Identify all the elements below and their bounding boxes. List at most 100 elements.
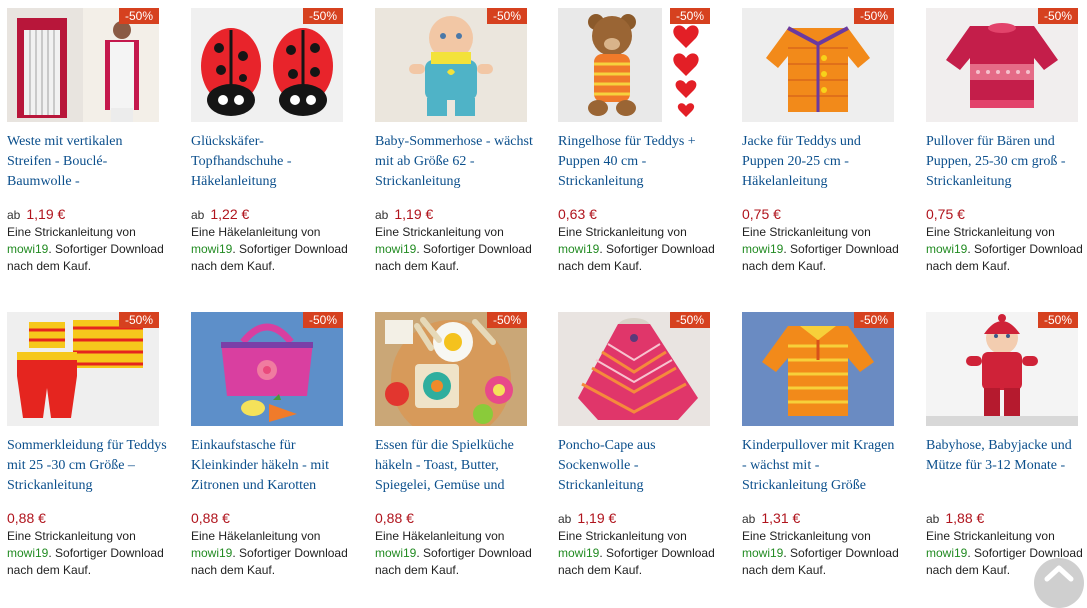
product-image-link[interactable]: -50% (191, 312, 343, 426)
teddy-image (558, 8, 710, 122)
discount-badge: -50% (302, 8, 343, 24)
product-image-link[interactable]: -50% (7, 312, 159, 426)
description-text: Eine Strickanleitung von (742, 529, 871, 543)
price: 1,19 € (394, 206, 434, 222)
product-title-link[interactable]: Pullover für Bären und Puppen, 25-30 cm … (926, 132, 1086, 192)
product-image-link[interactable]: -50% (558, 312, 710, 426)
discount-badge: -50% (853, 312, 894, 328)
price: 0,88 € (7, 510, 46, 526)
product-title-link[interactable]: Einkaufstasche für Kleinkinder häkeln - … (191, 436, 351, 496)
discount-badge: -50% (669, 312, 710, 328)
product-image-link[interactable]: -50% (7, 8, 159, 122)
price-line: ab 1,88 € (926, 509, 984, 528)
product-title-link[interactable]: Ringelhose für Teddys + Puppen 40 cm - S… (558, 132, 718, 192)
product-image-link[interactable]: -50% (558, 8, 710, 122)
price-line: 0,88 € (375, 509, 414, 528)
seller-link[interactable]: mowi19 (742, 546, 783, 560)
discount-badge: -50% (302, 312, 343, 328)
price-line: ab 1,19 € (375, 205, 433, 224)
chevron-up-icon (1044, 565, 1074, 582)
product-title-link[interactable]: Baby-Sommerhose - wächst mit ab Größe 62… (375, 132, 535, 192)
play-food-image (375, 312, 527, 426)
product-image-link[interactable]: -50% (742, 8, 894, 122)
product-description: Eine Strickanleitung von mowi19. Soforti… (558, 224, 718, 275)
price: 1,19 € (26, 206, 66, 222)
seller-link[interactable]: mowi19 (7, 242, 48, 256)
summer-clothes-image (7, 312, 159, 426)
baby-doll-image (375, 8, 527, 122)
price-prefix: ab (926, 512, 940, 526)
price-line: ab 1,22 € (191, 205, 249, 224)
product-image-link[interactable]: -50% (742, 312, 894, 426)
price: 1,22 € (210, 206, 250, 222)
poncho-image (558, 312, 710, 426)
price: 1,19 € (577, 510, 617, 526)
seller-link[interactable]: mowi19 (375, 546, 416, 560)
product-title-link[interactable]: Essen für die Spielküche häkeln - Toast,… (375, 436, 535, 496)
price-line: 0,75 € (742, 205, 781, 224)
seller-link[interactable]: mowi19 (191, 242, 232, 256)
product-title-link[interactable]: Kinderpullover mit Kragen - wächst mit -… (742, 436, 902, 496)
product-description: Eine Häkelanleitung von mowi19. Sofortig… (191, 528, 351, 579)
seller-link[interactable]: mowi19 (375, 242, 416, 256)
product-description: Eine Strickanleitung von mowi19. Soforti… (7, 528, 167, 579)
price: 1,88 € (945, 510, 985, 526)
kids-sweater-image (742, 312, 894, 426)
product-image-link[interactable]: -50% (375, 312, 527, 426)
description-text: Eine Häkelanleitung von (375, 529, 505, 543)
price-prefix: ab (375, 208, 389, 222)
discount-badge: -50% (669, 8, 710, 24)
price-line: ab 1,19 € (7, 205, 65, 224)
baby-outfit-image (926, 312, 1078, 426)
price-line: 0,88 € (191, 509, 230, 528)
price-line: 0,75 € (926, 205, 965, 224)
description-text: Eine Strickanleitung von (926, 529, 1055, 543)
description-text: Eine Strickanleitung von (7, 529, 136, 543)
product-image-link[interactable]: -50% (926, 312, 1078, 426)
product-title-link[interactable]: Jacke für Teddys und Puppen 20-25 cm - H… (742, 132, 902, 192)
price: 0,63 € (558, 206, 597, 222)
product-description: Eine Strickanleitung von mowi19. Soforti… (926, 224, 1086, 275)
shopping-bag-image (191, 312, 343, 426)
product-title-link[interactable]: Glückskäfer-Topfhandschuhe - Häkelanleit… (191, 132, 351, 192)
seller-link[interactable]: mowi19 (926, 546, 967, 560)
product-title-link[interactable]: Sommerkleidung für Teddys mit 25 -30 cm … (7, 436, 167, 496)
description-text: Eine Strickanleitung von (558, 529, 687, 543)
seller-link[interactable]: mowi19 (191, 546, 232, 560)
seller-link[interactable]: mowi19 (742, 242, 783, 256)
product-description: Eine Strickanleitung von mowi19. Soforti… (742, 224, 902, 275)
product-title-link[interactable]: Babyhose, Babyjacke und Mütze für 3-12 M… (926, 436, 1086, 496)
product-description: Eine Strickanleitung von mowi19. Soforti… (742, 528, 902, 579)
seller-link[interactable]: mowi19 (7, 546, 48, 560)
product-image-link[interactable]: -50% (191, 8, 343, 122)
product-grid: -50% Weste mit vertikalen Streifen - Bouc… (0, 0, 1087, 587)
description-text: Eine Strickanleitung von (558, 225, 687, 239)
discount-badge: -50% (1037, 8, 1078, 24)
scroll-to-top-button[interactable] (1034, 558, 1084, 608)
description-text: Eine Strickanleitung von (375, 225, 504, 239)
seller-link[interactable]: mowi19 (926, 242, 967, 256)
description-text: Eine Strickanleitung von (7, 225, 136, 239)
product-image-link[interactable]: -50% (375, 8, 527, 122)
seller-link[interactable]: mowi19 (558, 546, 599, 560)
discount-badge: -50% (1037, 312, 1078, 328)
price: 0,75 € (926, 206, 965, 222)
product-description: Eine Häkelanleitung von mowi19. Sofortig… (191, 224, 351, 275)
discount-badge: -50% (486, 312, 527, 328)
product-title-link[interactable]: Poncho-Cape aus Sockenwolle - Strickanle… (558, 436, 718, 496)
price-prefix: ab (7, 208, 21, 222)
price: 1,31 € (761, 510, 801, 526)
discount-badge: -50% (486, 8, 527, 24)
product-description: Eine Häkelanleitung von mowi19. Sofortig… (375, 528, 535, 579)
product-description: Eine Strickanleitung von mowi19. Soforti… (375, 224, 535, 275)
product-image-link[interactable]: -50% (926, 8, 1078, 122)
seller-link[interactable]: mowi19 (558, 242, 599, 256)
orange-jacket-image (742, 8, 894, 122)
pink-pullover-image (926, 8, 1078, 122)
discount-badge: -50% (118, 8, 159, 24)
price-prefix: ab (191, 208, 205, 222)
product-description: Eine Strickanleitung von mowi19. Soforti… (7, 224, 167, 275)
price-prefix: ab (558, 512, 572, 526)
price-prefix: ab (742, 512, 756, 526)
product-title-link[interactable]: Weste mit vertikalen Streifen - Bouclé-B… (7, 132, 167, 192)
